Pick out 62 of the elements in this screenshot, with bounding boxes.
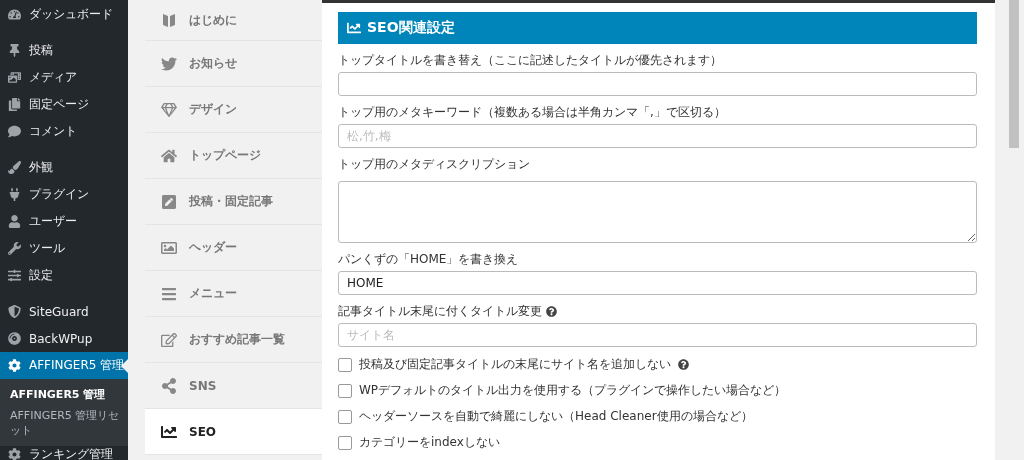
field-label: トップ用のメタディスクリプション xyxy=(338,156,531,173)
settings-icon xyxy=(8,448,21,460)
gem-icon xyxy=(161,101,177,118)
checkbox[interactable] xyxy=(338,357,352,372)
settings-icon xyxy=(8,269,21,282)
settings-tab[interactable]: SEO xyxy=(145,409,322,455)
admin-menu-item[interactable]: 設定 xyxy=(0,262,128,289)
textarea-field[interactable] xyxy=(338,181,977,243)
plug-icon xyxy=(8,188,21,201)
dashboard-icon xyxy=(8,8,21,21)
brush-icon xyxy=(8,161,21,174)
text-field[interactable]: HOME xyxy=(338,271,977,295)
admin-menu-item[interactable]: コメント xyxy=(0,118,128,145)
admin-menu-item[interactable]: 投稿 xyxy=(0,37,128,64)
admin-menu-item[interactable]: AFFINGER5 管理 xyxy=(0,352,128,379)
user-icon xyxy=(8,215,21,228)
field-label: トップタイトルを書き替え（ここに記述したタイトルが優先されます） xyxy=(338,52,723,69)
submenu-item[interactable]: AFFINGER5 管理リセット xyxy=(0,408,128,438)
bird-icon xyxy=(161,55,177,72)
admin-menu-item[interactable]: メディア xyxy=(0,64,128,91)
text-field[interactable] xyxy=(338,72,977,96)
checkbox-label: ヘッダーソースを自動で綺麗にしない（Head Cleaner使用の場合など） xyxy=(359,408,753,425)
home-icon xyxy=(161,147,177,164)
section-header: SEO関連設定 xyxy=(338,12,977,44)
edit-icon xyxy=(161,193,177,210)
checkbox[interactable] xyxy=(338,383,352,398)
help-icon[interactable] xyxy=(678,359,689,370)
checkbox-label: 投稿及び固定記事タイトルの末尾にサイト名を追加しない xyxy=(359,356,671,373)
admin-menu-item[interactable]: 外観 xyxy=(0,154,128,181)
chart-icon xyxy=(161,423,177,440)
shield-icon xyxy=(8,305,21,318)
text-field[interactable]: 松,竹,梅 xyxy=(338,124,977,148)
submenu-item[interactable]: AFFINGER5 管理 xyxy=(0,387,128,402)
wrench-icon xyxy=(8,242,21,255)
chart-icon xyxy=(347,21,361,35)
help-icon[interactable] xyxy=(546,306,557,317)
admin-menu-item[interactable]: ランキング管理 xyxy=(0,446,128,460)
share-icon xyxy=(161,377,177,394)
image-icon xyxy=(161,239,177,256)
checkbox[interactable] xyxy=(338,409,352,424)
admin-menu-item[interactable]: BackWPup xyxy=(0,325,128,352)
menu-icon xyxy=(161,285,177,302)
pages-icon xyxy=(8,98,21,111)
admin-menu-item[interactable]: ダッシュボード xyxy=(0,1,128,28)
edit-icon xyxy=(161,331,177,348)
checkbox-label: カテゴリーをindexしない xyxy=(359,434,500,451)
settings-icon xyxy=(8,359,21,372)
checkbox[interactable] xyxy=(338,435,352,450)
field-label: 記事タイトル末尾に付くタイトル変更 xyxy=(338,303,977,320)
comment-icon xyxy=(8,125,21,138)
checkbox-label: WPデフォルトのタイトル出力を使用する（プラグインで操作したい場合など） xyxy=(359,382,787,399)
field-label: トップ用のメタキーワード（複数ある場合は半角カンマ「,」で区切る） xyxy=(338,104,727,121)
admin-menu-item[interactable]: SiteGuard xyxy=(0,298,128,325)
admin-menu-item[interactable]: 固定ページ xyxy=(0,91,128,118)
admin-menu-item[interactable]: ユーザー xyxy=(0,208,128,235)
field-label: パンくずの「HOME」を書き換え xyxy=(338,251,520,268)
media-icon xyxy=(8,71,21,84)
admin-menu-item[interactable]: ツール xyxy=(0,235,128,262)
pin-icon xyxy=(8,44,21,57)
text-field[interactable]: サイト名 xyxy=(338,323,977,347)
admin-menu-item[interactable]: プラグイン xyxy=(0,181,128,208)
beginner-mark-icon xyxy=(161,12,177,28)
